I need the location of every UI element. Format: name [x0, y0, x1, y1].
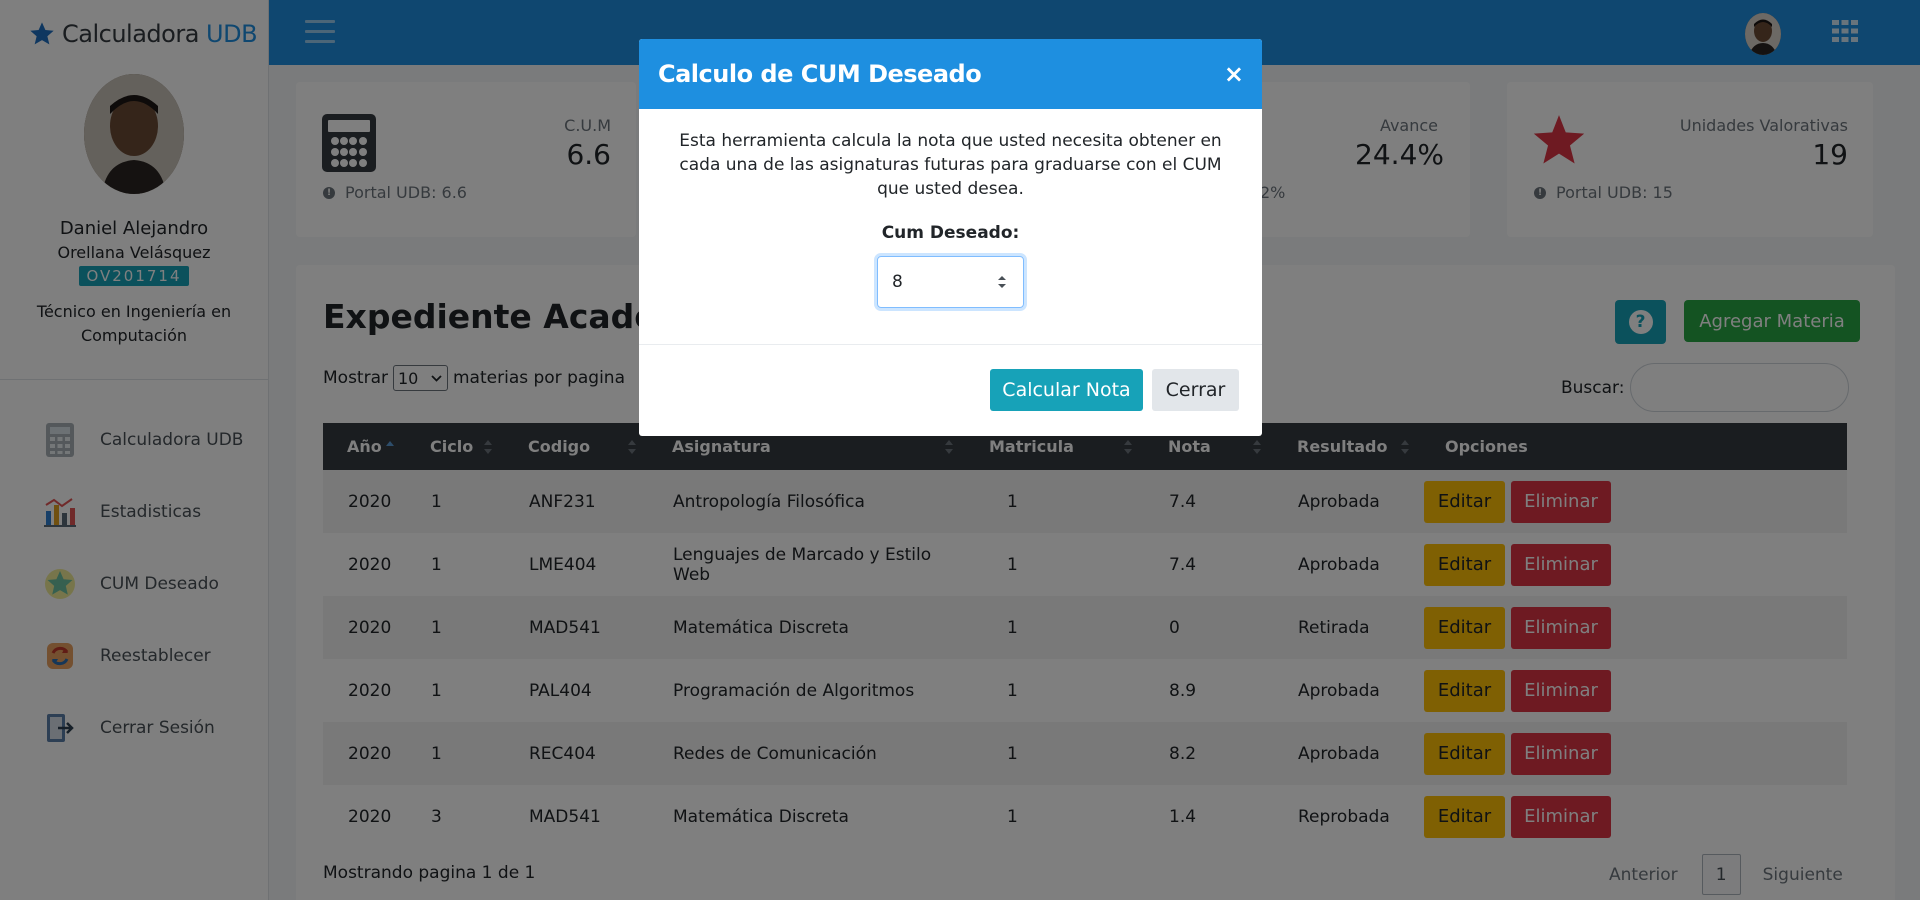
cum-deseado-label: Cum Deseado:: [881, 223, 1020, 243]
number-stepper-icon[interactable]: [997, 273, 1007, 291]
modal-footer: Calcular Nota Cerrar: [639, 345, 1262, 435]
cum-deseado-input[interactable]: 8: [877, 256, 1024, 308]
calculate-grade-button[interactable]: Calcular Nota: [990, 369, 1143, 411]
modal-body: Esta herramienta calcula la nota que ust…: [639, 109, 1262, 345]
cum-deseado-value: 8: [892, 272, 903, 292]
close-modal-button[interactable]: Cerrar: [1152, 369, 1239, 411]
modal-title: Calculo de CUM Deseado: [658, 60, 982, 88]
modal-header: Calculo de CUM Deseado ×: [639, 39, 1262, 109]
modal-description: Esta herramienta calcula la nota que ust…: [679, 131, 1222, 199]
close-icon[interactable]: ×: [1224, 60, 1244, 88]
cum-deseado-modal: Calculo de CUM Deseado × Esta herramient…: [639, 39, 1262, 436]
